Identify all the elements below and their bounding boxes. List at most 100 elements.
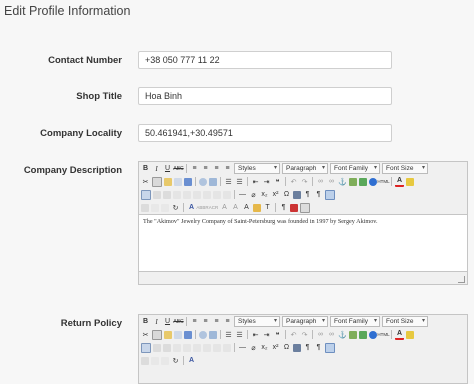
search-icon[interactable] [199,330,207,339]
link-icon[interactable]: ∞ [316,330,325,339]
blockquote-icon[interactable]: ❝ [273,177,282,186]
insert-col-after-icon[interactable] [213,190,221,199]
blockquote-icon[interactable]: ❝ [273,330,282,339]
align-right-icon[interactable]: ≡ [212,164,221,173]
remove-format-icon[interactable]: ⌀ [249,343,258,352]
image-icon[interactable] [349,330,357,339]
insert-col-before-icon[interactable] [203,190,211,199]
styleprops-icon[interactable]: A [187,356,196,365]
insert-row-after-icon[interactable] [183,190,191,199]
font-size-dropdown[interactable]: Font Size [382,163,428,174]
font-family-dropdown[interactable]: Font Family [330,163,380,174]
attribs-icon[interactable]: A [242,203,251,212]
copy-icon[interactable] [152,176,162,187]
move-backward-icon[interactable] [161,356,169,365]
resize-handle-icon[interactable] [458,276,465,283]
ins-icon[interactable]: A [231,203,240,212]
search-icon[interactable] [199,177,207,186]
fullscreen-icon[interactable] [325,342,335,353]
redo-icon[interactable]: ↷ [300,177,309,186]
underline-button[interactable]: U [163,317,172,326]
cut-icon[interactable]: ✂ [141,177,150,186]
redo-icon[interactable]: ↷ [300,330,309,339]
replace-icon[interactable] [209,330,217,339]
help-icon[interactable] [369,330,377,339]
undo-icon[interactable]: ↶ [289,177,298,186]
numbered-list-icon[interactable]: ☰ [235,330,244,339]
contact-number-input[interactable]: +38 050 777 11 22 [138,51,392,69]
format-dropdown[interactable]: Paragraph [282,163,328,174]
special-char-icon[interactable]: Ω [282,343,291,352]
row-properties-icon[interactable] [153,343,161,352]
company-locality-input[interactable]: 50.461941,+30.49571 [138,124,392,142]
bullet-list-icon[interactable]: ☰ [224,330,233,339]
paste-icon[interactable] [164,330,172,339]
image-icon[interactable] [349,177,357,186]
align-left-icon[interactable]: ≡ [190,317,199,326]
insert-row-before-icon[interactable] [173,190,181,199]
italic-button[interactable]: I [152,317,161,326]
styles-dropdown[interactable]: Styles [234,316,280,327]
bold-button[interactable]: B [141,317,150,326]
absolute-icon[interactable]: ↻ [171,203,180,212]
move-forward-icon[interactable] [151,203,159,212]
media-icon[interactable] [293,190,301,199]
anchor-icon[interactable]: ⚓ [338,177,347,186]
delete-col-icon[interactable] [223,190,231,199]
underline-button[interactable]: U [163,164,172,173]
help-icon[interactable] [369,177,377,186]
undo-icon[interactable]: ↶ [289,330,298,339]
indent-icon[interactable]: ⇥ [262,177,271,186]
unlink-icon[interactable]: ∞ [327,330,336,339]
cell-properties-icon[interactable] [163,190,171,199]
link-icon[interactable]: ∞ [316,177,325,186]
font-size-dropdown[interactable]: Font Size [382,316,428,327]
table-icon[interactable] [141,342,151,353]
align-justify-icon[interactable]: ≡ [223,164,232,173]
text-color-icon[interactable]: A [395,329,404,340]
table-icon[interactable] [141,189,151,200]
insert-row-after-icon[interactable] [183,343,191,352]
strikethrough-button[interactable]: ABC [173,164,183,173]
paste-word-icon[interactable] [184,330,192,339]
align-left-icon[interactable]: ≡ [190,164,199,173]
insert-layer-icon[interactable] [141,203,149,212]
acronym-icon[interactable]: ACR [209,203,219,212]
align-center-icon[interactable]: ≡ [201,164,210,173]
styleprops-icon[interactable]: A [187,203,196,212]
del-icon[interactable]: A [220,203,229,212]
cell-properties-icon[interactable] [163,343,171,352]
paste-icon[interactable] [164,177,172,186]
replace-icon[interactable] [209,177,217,186]
move-forward-icon[interactable] [151,356,159,365]
delete-row-icon[interactable] [193,343,201,352]
insert-layer-icon[interactable] [141,356,149,365]
text-color-icon[interactable]: A [395,176,404,187]
cleanup-icon[interactable] [359,330,367,339]
subscript-icon[interactable]: x₂ [260,190,269,199]
subscript-icon[interactable]: x₂ [260,343,269,352]
bold-button[interactable]: B [141,164,150,173]
rtl-icon[interactable]: ¶ [314,190,323,199]
align-justify-icon[interactable]: ≡ [223,317,232,326]
paste-text-icon[interactable] [174,330,182,339]
rtl-icon[interactable]: ¶ [314,343,323,352]
copy-icon[interactable] [152,329,162,340]
strikethrough-button[interactable]: ABC [173,317,183,326]
cleanup-icon[interactable] [359,177,367,186]
italic-button[interactable]: I [152,164,161,173]
fullscreen-icon[interactable] [325,189,335,200]
insert-row-before-icon[interactable] [173,343,181,352]
shop-title-input[interactable]: Hoa Binh [138,87,392,105]
insert-col-after-icon[interactable] [213,343,221,352]
visualchars-icon[interactable] [253,203,261,212]
paste-text-icon[interactable] [174,177,182,186]
unlink-icon[interactable]: ∞ [327,177,336,186]
company-description-content[interactable]: The "Akimov" Jewelry Company of Saint-Pe… [139,214,467,272]
cite-icon[interactable]: ABBR [196,203,208,212]
numbered-list-icon[interactable]: ☰ [235,177,244,186]
outdent-icon[interactable]: ⇤ [251,330,260,339]
align-center-icon[interactable]: ≡ [201,317,210,326]
font-family-dropdown[interactable]: Font Family [330,316,380,327]
bullet-list-icon[interactable]: ☰ [224,177,233,186]
